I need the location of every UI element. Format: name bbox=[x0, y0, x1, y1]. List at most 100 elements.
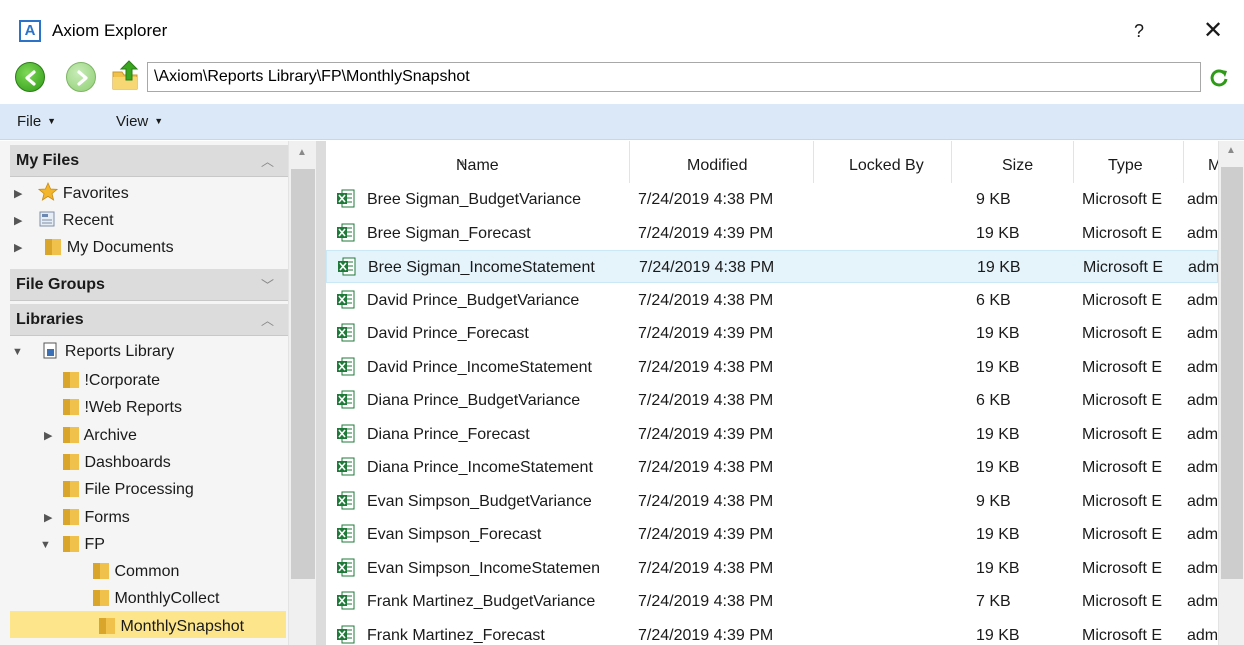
file-row[interactable]: Bree Sigman_Forecast 7/24/2019 4:39 PM 19 … bbox=[326, 217, 1218, 250]
tree-item-file-processing[interactable]: File Processing bbox=[62, 478, 194, 505]
tree-item-reports-library[interactable]: ▼ Reports Library bbox=[12, 342, 174, 369]
file-name-cell: Bree Sigman_IncomeStatement bbox=[368, 259, 595, 276]
file-row[interactable]: David Prince_IncomeStatement 7/24/2019 4:… bbox=[326, 351, 1218, 384]
file-row[interactable]: Evan Simpson_Forecast 7/24/2019 4:39 PM 19… bbox=[326, 518, 1218, 551]
file-groups-header[interactable]: File Groups ﹀ bbox=[10, 269, 288, 301]
folder-icon bbox=[63, 509, 79, 525]
file-m-cell: adm bbox=[1187, 593, 1218, 610]
folder-icon bbox=[63, 536, 79, 552]
file-row[interactable]: Evan Simpson_BudgetVariance 7/24/2019 4:3… bbox=[326, 485, 1218, 518]
tree-item-fp[interactable]: ▼ FP bbox=[40, 533, 105, 560]
file-name-cell: Frank Martinez_Forecast bbox=[367, 626, 545, 644]
tree-item-label: !Web Reports bbox=[84, 399, 182, 416]
column-header-locked-by[interactable]: Locked By bbox=[814, 141, 952, 183]
tree-item-common[interactable]: Common bbox=[92, 560, 179, 587]
address-input[interactable]: \Axiom\Reports Library\FP\MonthlySnapsho… bbox=[147, 62, 1201, 92]
folder-icon bbox=[63, 481, 79, 497]
file-row[interactable]: Evan Simpson_IncomeStatemen 7/24/2019 4:3… bbox=[326, 552, 1218, 585]
file-name-cell: Bree Sigman_Forecast bbox=[367, 224, 531, 242]
tree-item-monthlysnapshot[interactable]: MonthlySnapshot bbox=[10, 611, 286, 638]
refresh-button[interactable] bbox=[1207, 66, 1231, 90]
tree-item-label: Common bbox=[114, 563, 180, 580]
column-header-modified[interactable]: Modified bbox=[630, 141, 814, 183]
column-header-size[interactable]: Size bbox=[952, 141, 1074, 183]
tree-item-monthlycollect[interactable]: MonthlyCollect bbox=[92, 587, 219, 614]
file-type-cell: Microsoft E bbox=[1082, 224, 1163, 242]
file-size-cell: 9 KB bbox=[976, 191, 1011, 208]
file-row[interactable]: Bree Sigman_BudgetVariance 7/24/2019 4:38… bbox=[326, 183, 1218, 216]
arrow-right-icon bbox=[77, 70, 88, 86]
pane-splitter[interactable] bbox=[316, 141, 326, 645]
excel-file-icon bbox=[337, 223, 355, 241]
tree-item-forms[interactable]: ▶ Forms bbox=[44, 506, 130, 533]
view-menu[interactable]: View ▼ bbox=[116, 113, 163, 130]
my-files-header[interactable]: My Files ︿ bbox=[10, 145, 288, 177]
file-size-cell: 9 KB bbox=[976, 492, 1011, 510]
file-type-cell: Microsoft E bbox=[1083, 259, 1164, 276]
tree-item-favorites[interactable]: ▶ Favorites bbox=[14, 181, 129, 209]
help-button[interactable]: ? bbox=[1124, 16, 1154, 46]
file-type-cell: Microsoft E bbox=[1082, 358, 1163, 376]
star-icon bbox=[38, 181, 59, 201]
excel-file-icon bbox=[337, 457, 355, 476]
column-header-name[interactable]: ▲ Name bbox=[326, 141, 630, 183]
navigation-scrollbar[interactable]: ▲ bbox=[288, 141, 316, 645]
file-row[interactable]: David Prince_BudgetVariance 7/24/2019 4:3… bbox=[326, 284, 1218, 317]
file-modified-cell: 7/24/2019 4:38 PM bbox=[638, 291, 774, 309]
file-row[interactable]: Bree Sigman_IncomeStatement 7/24/2019 4:3… bbox=[326, 250, 1219, 283]
back-button[interactable] bbox=[15, 62, 45, 92]
tree-item-label: Recent bbox=[62, 212, 114, 229]
tree-item-dashboards[interactable]: Dashboards bbox=[62, 451, 171, 478]
libraries-header-label: Libraries bbox=[16, 311, 84, 328]
scrollbar-thumb[interactable] bbox=[291, 169, 315, 579]
forward-button[interactable] bbox=[66, 62, 96, 92]
folder-icon bbox=[99, 618, 115, 634]
collapse-arrow-icon: ▼ bbox=[12, 346, 23, 358]
file-row[interactable]: Frank Martinez_Forecast 7/24/2019 4:39 PM… bbox=[326, 619, 1218, 645]
tree-item-label: Dashboards bbox=[84, 454, 171, 471]
chevron-down-icon: ﹀ bbox=[260, 278, 274, 293]
file-m-cell: adm bbox=[1187, 358, 1218, 376]
scroll-up-icon: ▲ bbox=[1226, 145, 1236, 156]
excel-file-icon bbox=[337, 625, 355, 643]
excel-file-icon bbox=[337, 424, 355, 442]
column-header-type[interactable]: Type bbox=[1074, 141, 1184, 183]
close-button[interactable]: ✕ bbox=[1196, 15, 1230, 47]
file-row[interactable]: Frank Martinez_BudgetVariance 7/24/2019 4… bbox=[326, 585, 1218, 618]
tree-item-my-documents[interactable]: ▶ My Documents bbox=[14, 236, 174, 263]
tree-item-label: MonthlySnapshot bbox=[120, 618, 245, 635]
file-name-cell: Bree Sigman_BudgetVariance bbox=[367, 191, 582, 208]
scrollbar-thumb[interactable] bbox=[1221, 167, 1243, 579]
file-row[interactable]: Diana Prince_Forecast 7/24/2019 4:39 PM 19… bbox=[326, 418, 1218, 451]
file-modified-cell: 7/24/2019 4:39 PM bbox=[638, 526, 774, 543]
file-modified-cell: 7/24/2019 4:38 PM bbox=[638, 358, 774, 376]
tree-item-label: My Documents bbox=[66, 239, 174, 256]
file-modified-cell: 7/24/2019 4:39 PM bbox=[638, 626, 774, 644]
file-menu-label: File bbox=[17, 113, 42, 130]
file-name-cell: Evan Simpson_IncomeStatemen bbox=[367, 559, 601, 577]
library-icon bbox=[43, 342, 57, 359]
up-folder-button[interactable] bbox=[110, 58, 142, 92]
file-row[interactable]: Diana Prince_BudgetVariance 7/24/2019 4:3… bbox=[326, 384, 1218, 417]
file-type-cell: Microsoft E bbox=[1082, 191, 1163, 208]
tree-item-archive[interactable]: ▶ Archive bbox=[44, 424, 137, 451]
file-modified-cell: 7/24/2019 4:39 PM bbox=[638, 425, 774, 443]
folder-icon bbox=[93, 590, 109, 606]
tree-item-recent[interactable]: ▶ Recent bbox=[14, 209, 114, 236]
libraries-header[interactable]: Libraries ︿ bbox=[10, 304, 288, 336]
column-header-label: Name bbox=[456, 157, 499, 174]
excel-file-icon bbox=[338, 257, 356, 276]
folder-icon bbox=[93, 563, 109, 579]
file-menu[interactable]: File ▼ bbox=[17, 113, 56, 130]
file-row[interactable]: David Prince_Forecast 7/24/2019 4:39 PM 19… bbox=[326, 317, 1218, 350]
file-row[interactable]: Diana Prince_IncomeStatement 7/24/2019 4:… bbox=[326, 451, 1218, 484]
file-size-cell: 19 KB bbox=[976, 526, 1020, 543]
tree-item-corporate[interactable]: !Corporate bbox=[62, 369, 160, 396]
folder-icon bbox=[63, 427, 79, 443]
refresh-icon bbox=[1210, 69, 1228, 87]
tree-item-web-reports[interactable]: !Web Reports bbox=[62, 396, 182, 423]
file-size-cell: 19 KB bbox=[977, 259, 1021, 276]
file-list-scrollbar[interactable]: ▲ bbox=[1218, 141, 1244, 645]
excel-file-icon bbox=[337, 290, 355, 308]
file-size-cell: 19 KB bbox=[976, 358, 1020, 376]
